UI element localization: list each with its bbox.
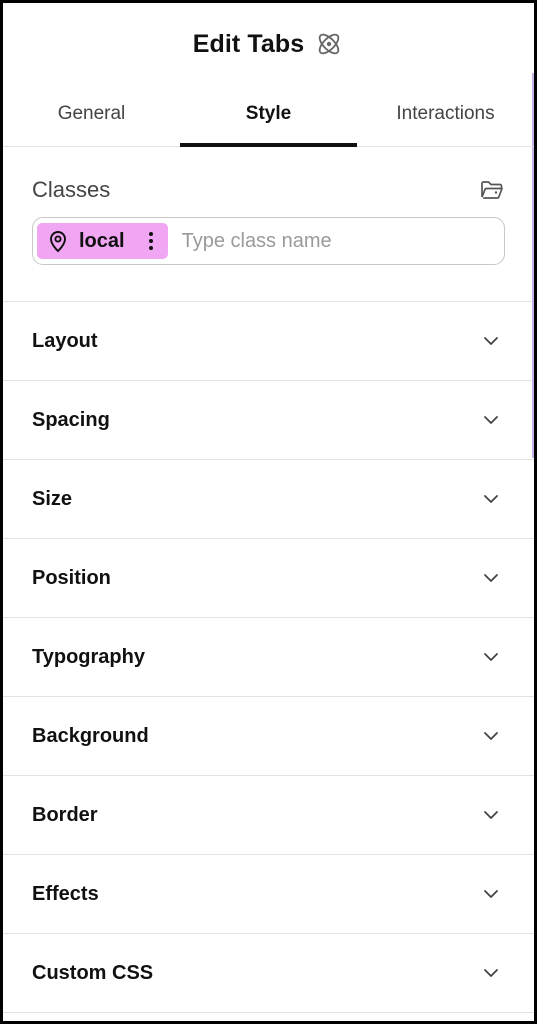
section-spacing[interactable]: Spacing (3, 381, 534, 460)
class-chip-label: local (79, 229, 125, 252)
section-label: Typography (32, 645, 145, 668)
section-custom-css[interactable]: Custom CSS (3, 934, 534, 1013)
section-layout[interactable]: Layout (3, 302, 534, 381)
chevron-down-icon (481, 963, 501, 983)
section-label: Background (32, 724, 149, 747)
chevron-down-icon (481, 568, 501, 588)
section-label: Spacing (32, 408, 110, 431)
chevron-down-icon (481, 489, 501, 509)
section-label: Position (32, 566, 111, 589)
chevron-down-icon (481, 331, 501, 351)
pin-icon (45, 228, 71, 254)
folder-icon[interactable] (479, 177, 505, 203)
tab-label: General (57, 102, 126, 124)
classes-section: Classes local (3, 147, 534, 302)
section-background[interactable]: Background (3, 697, 534, 776)
section-label: Custom CSS (32, 961, 154, 984)
chevron-down-icon (481, 647, 501, 667)
classes-header: Classes (32, 147, 505, 217)
tab-general[interactable]: General (3, 81, 180, 146)
chevron-down-icon (481, 884, 501, 904)
tab-bar: General Style Interactions (3, 81, 534, 147)
section-border[interactable]: Border (3, 776, 534, 855)
chevron-down-icon (481, 410, 501, 430)
atom-icon (314, 29, 344, 59)
tab-label: Style (245, 102, 292, 124)
tab-label: Interactions (396, 102, 495, 124)
chevron-down-icon (481, 726, 501, 746)
section-label: Layout (32, 329, 98, 352)
panel-header: Edit Tabs (3, 3, 534, 81)
class-selector: local (32, 217, 505, 265)
edit-panel: Edit Tabs General Style Interactions Cla… (3, 3, 534, 1021)
class-chip[interactable]: local (37, 223, 168, 259)
classes-label: Classes (32, 177, 111, 202)
more-vertical-icon[interactable] (141, 228, 161, 254)
class-name-input[interactable] (181, 223, 504, 259)
tab-style[interactable]: Style (180, 81, 357, 147)
section-typography[interactable]: Typography (3, 618, 534, 697)
section-position[interactable]: Position (3, 539, 534, 618)
panel-title: Edit Tabs (192, 29, 305, 58)
section-size[interactable]: Size (3, 460, 534, 539)
section-label: Effects (32, 882, 99, 905)
chevron-down-icon (481, 805, 501, 825)
section-label: Border (32, 803, 98, 826)
section-label: Size (32, 487, 73, 510)
section-effects[interactable]: Effects (3, 855, 534, 934)
tab-interactions[interactable]: Interactions (357, 81, 534, 146)
